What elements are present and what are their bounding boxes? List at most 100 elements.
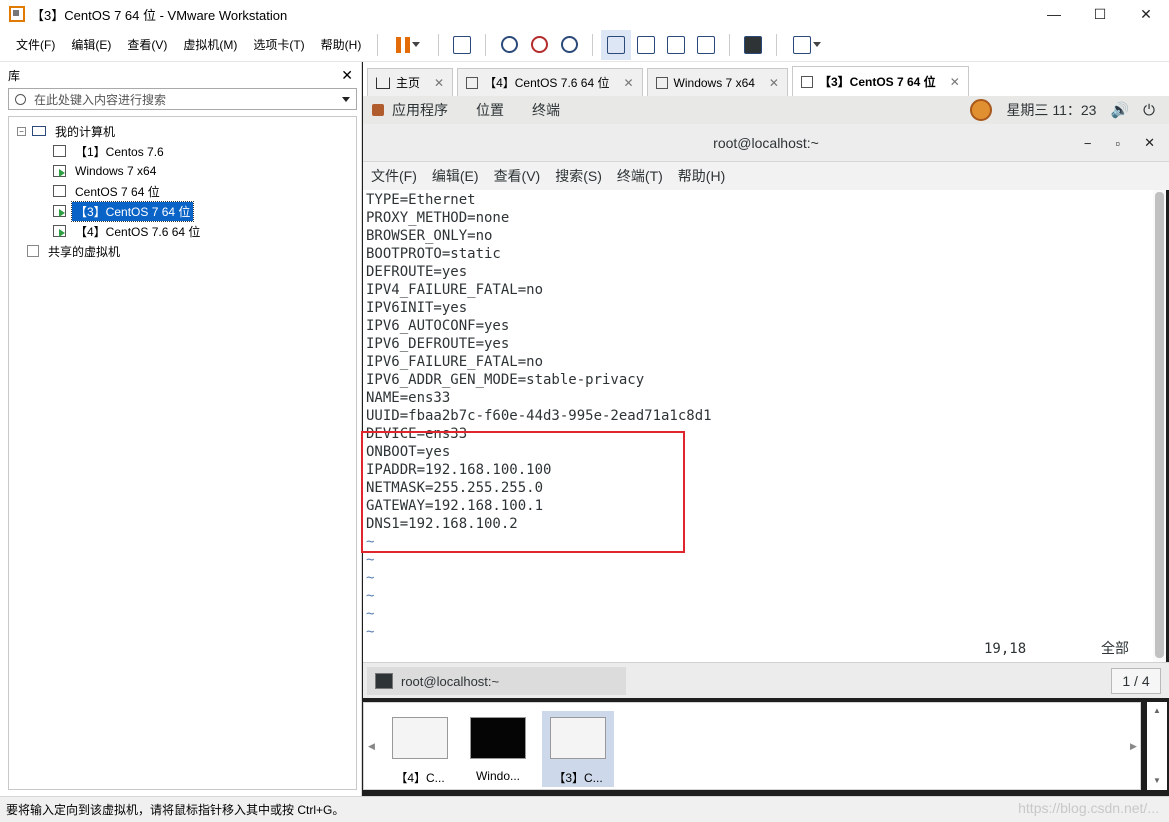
- terminal-scrollbar-thumb[interactable]: [1155, 192, 1164, 658]
- workspace-pager[interactable]: 1 / 4: [1111, 668, 1161, 694]
- pause-icon: [396, 36, 411, 53]
- terminal-menu-search[interactable]: 搜索(S): [555, 166, 602, 186]
- tree-item-vm[interactable]: Windows 7 x64: [9, 161, 356, 181]
- terminal-line: TYPE=Ethernet: [366, 192, 476, 208]
- tree-item-vm[interactable]: 【4】CentOS 7.6 64 位: [9, 221, 356, 241]
- send-ctrl-alt-del-button[interactable]: [447, 30, 477, 60]
- terminal-menu-view[interactable]: 查看(V): [494, 166, 541, 186]
- snapshot-manager-button[interactable]: [554, 30, 584, 60]
- scroll-up-icon[interactable]: ▲: [1153, 706, 1161, 715]
- toolbar-separator: [729, 33, 731, 56]
- thumbnail-scrollbar[interactable]: ▲ ▼: [1147, 702, 1167, 790]
- menu-view[interactable]: 查看(V): [119, 36, 175, 53]
- console-view-button[interactable]: [738, 30, 768, 60]
- gnome-applications-menu[interactable]: 应用程序: [392, 100, 448, 120]
- vm-tab-bar: 主页 ✕ 【4】CentOS 7.6 64 位 ✕ Windows 7 x64 …: [363, 62, 1169, 96]
- vim-cursor-position: 19,18: [984, 641, 1027, 657]
- vm-icon: [800, 75, 813, 88]
- toolbar-separator: [592, 33, 594, 56]
- keyboard-icon: [453, 35, 472, 54]
- tab-close-icon[interactable]: ✕: [434, 76, 444, 90]
- scroll-down-icon[interactable]: ▼: [1153, 776, 1161, 785]
- menu-toolbar: 文件(F) 编辑(E) 查看(V) 虚拟机(M) 选项卡(T) 帮助(H): [0, 28, 1169, 62]
- terminal-menu-help[interactable]: 帮助(H): [678, 166, 725, 186]
- terminal-maximize-button[interactable]: ▫: [1115, 136, 1120, 151]
- toolbar-separator: [776, 33, 778, 56]
- show-library-button[interactable]: [601, 29, 632, 60]
- vm-thumbnail-screen: [470, 717, 526, 759]
- tree-item-label: 【4】CentOS 7.6 64 位: [75, 224, 201, 239]
- vm-thumbnail[interactable]: Windo...: [462, 711, 534, 787]
- menu-vm[interactable]: 虚拟机(M): [175, 36, 245, 53]
- terminal-minimize-button[interactable]: −: [1084, 136, 1092, 151]
- gnome-logo-icon[interactable]: [970, 99, 993, 121]
- maximize-button[interactable]: ☐: [1077, 0, 1123, 28]
- terminal-menu-terminal[interactable]: 终端(T): [617, 166, 663, 186]
- terminal-icon: [744, 35, 763, 54]
- taskbar-item-label: root@localhost:~: [401, 673, 500, 689]
- scroll-right-icon[interactable]: ▶: [1130, 741, 1137, 752]
- tab-close-icon[interactable]: ✕: [623, 76, 633, 90]
- tree-item-vm[interactable]: 【1】Centos 7.6: [9, 141, 356, 161]
- tab-close-icon[interactable]: ✕: [769, 76, 779, 90]
- menu-file[interactable]: 文件(F): [8, 36, 63, 53]
- menu-edit[interactable]: 编辑(E): [63, 36, 119, 53]
- minimize-button[interactable]: —: [1031, 0, 1077, 28]
- collapse-icon[interactable]: −: [17, 126, 26, 136]
- library-search-placeholder: 在此处键入内容进行搜索: [34, 92, 167, 107]
- menu-tabs[interactable]: 选项卡(T): [245, 36, 312, 53]
- scroll-left-icon[interactable]: ◀: [368, 741, 375, 752]
- terminal-line: IPV6_ADDR_GEN_MODE=stable-privacy: [366, 372, 645, 388]
- stretch-guest-button[interactable]: [785, 30, 829, 60]
- vm-thumbnail-label: Windo...: [475, 769, 520, 783]
- menu-help[interactable]: 帮助(H): [313, 36, 370, 53]
- tab-vm-4[interactable]: 【4】CentOS 7.6 64 位 ✕: [457, 68, 643, 96]
- toolbar-separator: [377, 33, 379, 56]
- terminal-line: BROWSER_ONLY=no: [366, 228, 493, 244]
- shared-vm-icon: [27, 245, 39, 257]
- volume-icon[interactable]: 🔊: [1110, 101, 1129, 119]
- gnome-terminal-menu[interactable]: 终端: [532, 100, 560, 120]
- terminal-empty-line: ~: [366, 606, 375, 622]
- revert-snapshot-button[interactable]: [524, 30, 554, 60]
- thumbnail-bar-button[interactable]: [631, 30, 661, 60]
- vm-thumbnail[interactable]: 【4】C...: [384, 711, 456, 787]
- tab-home[interactable]: 主页 ✕: [367, 68, 454, 96]
- gnome-clock[interactable]: 星期三 11：23: [1006, 100, 1096, 120]
- tree-item-my-computer[interactable]: − 我的计算机: [9, 121, 356, 141]
- terminal-line: IPV4_FAILURE_FATAL=no: [366, 282, 544, 298]
- tab-windows7[interactable]: Windows 7 x64 ✕: [646, 68, 788, 96]
- tab-close-icon[interactable]: ✕: [950, 75, 960, 89]
- snapshot-icon: [500, 36, 518, 53]
- revert-icon: [530, 36, 548, 53]
- tab-label: 主页: [396, 76, 421, 90]
- gnome-places-menu[interactable]: 位置: [476, 100, 504, 120]
- terminal-menu-file[interactable]: 文件(F): [371, 166, 417, 186]
- vm-thumbnail-selected[interactable]: 【3】C...: [542, 711, 614, 787]
- terminal-menu-edit[interactable]: 编辑(E): [432, 166, 479, 186]
- terminal-close-button[interactable]: ✕: [1144, 135, 1155, 151]
- snapshot-button[interactable]: [494, 30, 524, 60]
- full-screen-icon: [667, 35, 686, 54]
- vm-icon: [655, 76, 668, 89]
- full-screen-button[interactable]: [661, 30, 691, 60]
- vm-running-icon: [53, 205, 66, 217]
- library-close-icon[interactable]: ✕: [341, 67, 353, 84]
- terminal-empty-line: ~: [366, 624, 375, 640]
- close-button[interactable]: ✕: [1123, 0, 1169, 28]
- power-icon[interactable]: ⏻: [1143, 102, 1155, 119]
- library-search-input[interactable]: 在此处键入内容进行搜索: [8, 88, 357, 110]
- terminal-line: IPV6_AUTOCONF=yes: [366, 318, 510, 334]
- taskbar-terminal-item[interactable]: root@localhost:~: [367, 667, 626, 695]
- tab-label: 【3】CentOS 7 64 位: [818, 75, 936, 89]
- unity-button[interactable]: [691, 30, 721, 60]
- chevron-down-icon[interactable]: [342, 96, 350, 102]
- pause-button[interactable]: [386, 30, 430, 60]
- terminal-scrollbar[interactable]: [1153, 190, 1166, 662]
- tree-item-shared-vms[interactable]: 共享的虚拟机: [9, 241, 356, 261]
- tree-item-vm-selected[interactable]: 【3】CentOS 7 64 位: [9, 200, 356, 222]
- terminal-content[interactable]: TYPE=Ethernet PROXY_METHOD=none BROWSER_…: [363, 190, 1153, 662]
- tab-vm-3[interactable]: 【3】CentOS 7 64 位 ✕: [791, 66, 969, 96]
- window-title: 【3】CentOS 7 64 位 - VMware Workstation: [31, 7, 288, 23]
- tree-item-vm[interactable]: CentOS 7 64 位: [9, 181, 356, 201]
